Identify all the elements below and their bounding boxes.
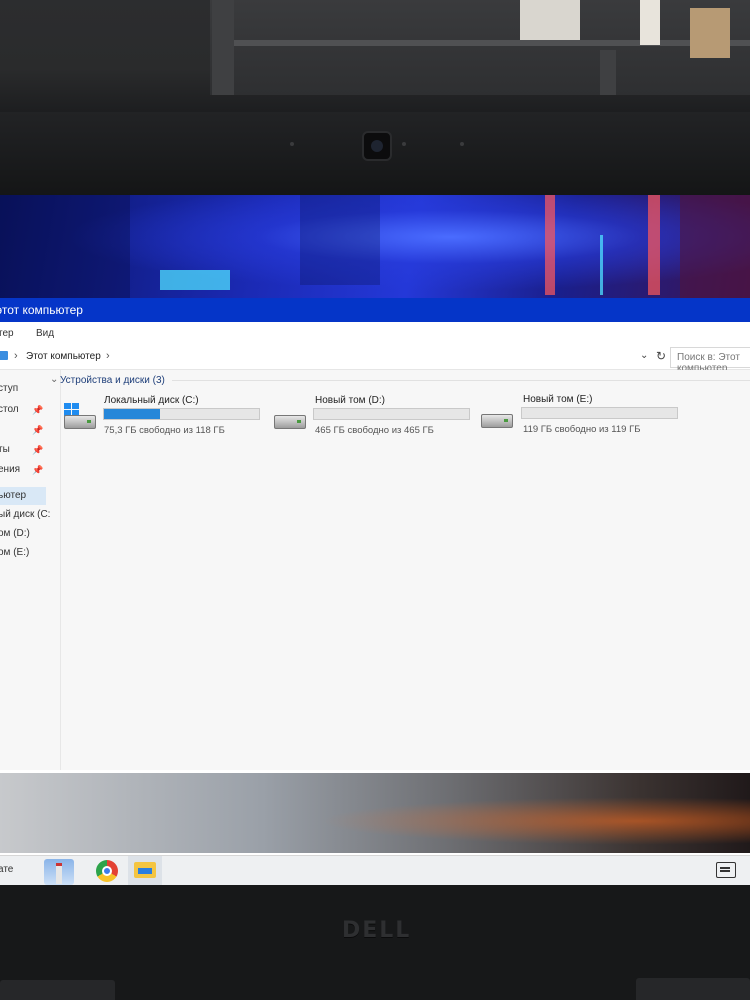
shelf-box [640, 0, 660, 45]
pin-icon: 📌 [32, 405, 44, 415]
nav-item-documents[interactable]: ты 📌 [0, 441, 60, 459]
drive-usage-bar [521, 407, 678, 419]
hard-drive-icon [272, 409, 306, 435]
laptop-hinge [636, 978, 750, 1000]
breadcrumb-this-pc[interactable]: Этот компьютер [26, 351, 101, 362]
chevron-down-icon[interactable]: ⌄ [50, 374, 58, 385]
system-drive-icon [62, 403, 96, 435]
sensor-dot [460, 142, 464, 146]
menu-item-view[interactable]: Вид [36, 328, 54, 339]
drive-usage-fill [104, 409, 161, 419]
drive-tile-e[interactable]: Новый том (E:) 119 ГБ свободно из 119 ГБ [479, 394, 694, 440]
chevron-right-icon[interactable]: › [106, 350, 110, 362]
drive-name: Локальный диск (C:) [104, 395, 199, 406]
drive-name: Новый том (E:) [523, 394, 593, 405]
address-bar[interactable]: › Этот компьютер › ⌄ ↻ Поиск в: Этот ком… [0, 345, 750, 374]
window-title-bar[interactable]: этот компьютер [0, 298, 750, 322]
nav-item-drive-d[interactable]: ом (D:) [0, 525, 60, 543]
nav-item-this-pc[interactable]: ьютер [0, 487, 46, 505]
nav-item-downloads[interactable]: 📌 [0, 421, 60, 439]
drive-usage-bar [313, 408, 470, 420]
desktop-wallpaper-top [0, 195, 750, 300]
shelf-post [600, 50, 616, 95]
nav-item-images[interactable]: ения 📌 [0, 461, 60, 479]
drive-free-space: 119 ГБ свободно из 119 ГБ [523, 424, 641, 435]
group-divider [172, 380, 750, 381]
menu-item-computer[interactable]: тер [0, 328, 14, 339]
drive-free-space: 75,3 ГБ свободно из 118 ГБ [104, 425, 225, 436]
ribbon-menu: тер Вид [0, 322, 750, 344]
sensor-dot [290, 142, 294, 146]
laptop-screen: этот компьютер тер Вид › Этот компьютер … [0, 195, 750, 885]
pin-icon: 📌 [32, 445, 44, 455]
shelf-edge [220, 40, 750, 46]
drive-tile-d[interactable]: Новый том (D:) 465 ГБ свободно из 465 ГБ [272, 395, 487, 441]
drive-free-space: 465 ГБ свободно из 465 ГБ [315, 425, 434, 436]
laptop-hinge [0, 980, 115, 1000]
explorer-content: ступ стол 📌 📌 ты 📌 ения 📌 ьютер ый диск [0, 370, 750, 770]
computer-icon [0, 351, 8, 360]
webcam [362, 131, 392, 161]
nav-item-drive-c[interactable]: ый диск (C: [0, 506, 60, 524]
shelf-box [690, 8, 730, 58]
desktop-wallpaper-bottom [0, 773, 750, 853]
drive-tile-c[interactable]: Локальный диск (C:) 75,3 ГБ свободно из … [62, 395, 277, 441]
hard-drive-icon [479, 408, 513, 434]
taskbar-search-box[interactable]: ате [0, 864, 13, 875]
refresh-icon[interactable]: ↻ [656, 349, 666, 363]
chevron-right-icon[interactable]: › [14, 350, 18, 362]
shelf-post [212, 0, 234, 95]
pin-icon: 📌 [32, 465, 44, 475]
dell-logo: DELL [342, 918, 412, 943]
nav-item-desktop[interactable]: стол 📌 [0, 401, 60, 419]
background-shelf [210, 0, 750, 95]
navigation-pane: ступ стол 📌 📌 ты 📌 ения 📌 ьютер ый диск [0, 370, 61, 770]
window-title: этот компьютер [0, 303, 83, 317]
search-input[interactable]: Поиск в: Этот компьютер [670, 347, 750, 374]
chevron-down-icon[interactable]: ⌄ [640, 350, 648, 361]
notification-icon[interactable] [716, 862, 736, 878]
file-explorer-icon[interactable] [134, 862, 156, 878]
pin-icon: 📌 [32, 425, 44, 435]
chrome-icon[interactable] [96, 860, 118, 882]
lighthouse-app-icon[interactable] [44, 859, 74, 885]
drive-name: Новый том (D:) [315, 395, 385, 406]
drive-usage-bar [103, 408, 260, 420]
sensor-dot [402, 142, 406, 146]
taskbar: ате [0, 855, 750, 885]
nav-item-drive-e[interactable]: ом (E:) [0, 544, 60, 562]
shelf-box [520, 0, 580, 40]
